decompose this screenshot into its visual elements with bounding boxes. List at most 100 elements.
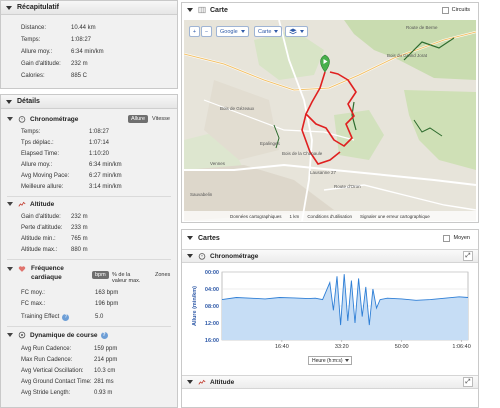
summary-panel: Récapitulatif Distance: 10.44 km Temps: 1:…	[0, 0, 178, 89]
divider	[7, 196, 171, 197]
chevron-down-icon	[345, 359, 349, 362]
expand-icon[interactable]: ⤢	[463, 377, 473, 387]
dynamics-row: Avg Stride Length: 0.93 m	[21, 390, 113, 396]
altitude-chart-header[interactable]: Altitude ⤢	[182, 375, 478, 389]
chrono-row: Tps déplac.: 1:07:14	[21, 140, 110, 146]
altitude-row: Perte d'altitude: 233 m	[21, 225, 88, 231]
y-tick-label: 00:00	[205, 270, 219, 276]
map-canvas[interactable]: + − Google Carte Bois du Grand Jorat Boi…	[184, 20, 476, 221]
collapse-icon[interactable]	[187, 380, 193, 384]
collapse-icon[interactable]	[187, 254, 193, 258]
map-data-link[interactable]: Données cartographiques	[230, 214, 282, 219]
map-label: Vennes	[210, 161, 226, 166]
map-label: Bois de la Chanaule	[282, 151, 323, 156]
collapse-icon[interactable]	[187, 236, 193, 240]
collapse-icon[interactable]	[7, 267, 13, 271]
stopwatch-icon	[198, 253, 206, 260]
layers-icon	[289, 28, 297, 35]
map-tiles[interactable]	[184, 20, 476, 221]
summary-row: Allure moy.: 6:34 min/km	[21, 49, 104, 55]
map-type-dropdown[interactable]: Carte	[254, 26, 283, 37]
charts-panel: Cartes Moyen Chronométrage ⤢ 00:00 04:00 0…	[181, 229, 479, 408]
layers-dropdown[interactable]	[285, 26, 308, 37]
dynamics-section-header[interactable]: Dynamique de course ?	[7, 331, 108, 339]
chrono-title: Chronométrage	[30, 115, 79, 123]
checkbox-icon[interactable]	[441, 6, 449, 14]
summary-header[interactable]: Récapitulatif	[1, 1, 177, 15]
chrono-row: Meilleure allure: 3:14 min/km	[21, 184, 122, 190]
altitude-row: Altitude max.: 880 m	[21, 247, 88, 253]
charts-header[interactable]: Cartes Moyen	[182, 230, 478, 246]
provider-dropdown[interactable]: Google	[216, 26, 249, 37]
map-terms-link[interactable]: Conditions d'utilisation	[307, 214, 352, 219]
y-tick-label: 16:00	[205, 338, 219, 344]
details-title: Détails	[17, 98, 40, 105]
pace-toggle[interactable]: Allure	[128, 115, 149, 123]
zoom-out-button[interactable]: −	[201, 26, 212, 37]
map-label: Epalinges	[260, 141, 280, 146]
x-tick-label: 33:20	[335, 344, 349, 350]
summary-title: Récapitulatif	[17, 4, 60, 11]
heart-title: Fréquence cardiaque	[31, 265, 64, 281]
chevron-down-icon	[274, 30, 279, 33]
map-title: Carte	[210, 6, 228, 14]
speed-toggle[interactable]: Vitesse	[149, 115, 173, 123]
x-tick-label: 1:06:40	[452, 344, 470, 350]
collapse-icon[interactable]	[7, 117, 13, 121]
summary-row: Temps: 1:08:27	[21, 37, 92, 43]
map-report-link[interactable]: Signaler une erreur cartographique	[360, 214, 430, 219]
moyen-checkbox[interactable]: Moyen	[443, 234, 470, 242]
altitude-section-header[interactable]: Altitude	[7, 200, 54, 208]
collapse-icon[interactable]	[7, 333, 13, 337]
stopwatch-icon	[18, 116, 26, 123]
help-icon[interactable]: ?	[62, 314, 70, 321]
circuits-checkbox[interactable]: Circuits	[441, 6, 470, 14]
chrono-row: Avg Moving Pace: 6:27 min/km	[21, 173, 122, 179]
map-scale: 1 km	[289, 213, 300, 219]
heart-row: FC max.: 196 bpm	[21, 301, 119, 307]
chrono-section-header[interactable]: Chronométrage	[7, 115, 78, 123]
dynamics-row: Max Run Cadence: 214 ppm	[21, 357, 118, 363]
heart-row: FC moy.: 163 bpm	[21, 290, 119, 296]
x-tick-label: 50:00	[395, 344, 409, 350]
zones-toggle[interactable]: Zones	[152, 271, 173, 279]
running-dynamics-icon	[18, 331, 26, 339]
altitude-row: Altitude min.: 765 m	[21, 236, 88, 242]
altitude-title: Altitude	[30, 200, 55, 208]
percent-max-toggle[interactable]: % de la valeur max.	[109, 271, 149, 285]
expand-icon[interactable]: ⤢	[463, 251, 473, 261]
map-label: Bois de Gézeaux	[220, 106, 255, 111]
zoom-in-button[interactable]: +	[189, 26, 200, 37]
dynamics-row: Avg Ground Contact Time: 281 ms	[21, 379, 114, 385]
map-footer: Données cartographiques 1 km Conditions …	[184, 211, 476, 221]
map-label: Bois du Grand Jorat	[387, 53, 428, 58]
map-header[interactable]: Carte Circuits	[182, 3, 478, 17]
details-header[interactable]: Détails	[1, 95, 177, 109]
divider	[7, 326, 171, 327]
dynamics-row: Avg Run Cadence: 159 ppm	[21, 346, 118, 352]
collapse-icon[interactable]	[6, 99, 12, 104]
x-tick-label: 16:40	[275, 344, 289, 350]
heart-row: Training Effect? 5.0	[21, 314, 104, 321]
map-label: Sauvabelin	[190, 192, 213, 197]
details-panel: Détails Chronométrage Allure Vitesse Tem…	[0, 94, 178, 408]
x-axis-select[interactable]: Heure (h:m:s)	[308, 356, 352, 365]
checkbox-icon[interactable]	[443, 234, 451, 242]
collapse-icon[interactable]	[187, 8, 193, 12]
heart-section-header[interactable]	[7, 265, 30, 273]
pace-chart[interactable]: 00:00 04:00 08:00 12:00 16:00 16:40 33:20 50:00…	[182, 266, 478, 366]
help-icon[interactable]: ?	[100, 331, 108, 339]
heart-icon	[18, 266, 26, 272]
map-label: Route d'Oron	[334, 184, 361, 189]
dynamics-title: Dynamique de course	[30, 331, 98, 339]
y-tick-label: 08:00	[205, 304, 219, 310]
chevron-down-icon	[300, 30, 304, 33]
divider	[7, 259, 171, 260]
chrono-row: Temps: 1:08:27	[21, 129, 110, 135]
collapse-icon[interactable]	[6, 5, 12, 10]
bpm-toggle[interactable]: bpm	[92, 271, 109, 279]
altitude-row: Gain d'altitude: 232 m	[21, 214, 88, 220]
chrono-chart-header[interactable]: Chronométrage ⤢	[182, 249, 478, 263]
collapse-icon[interactable]	[7, 202, 13, 206]
summary-row: Calories: 885 C	[21, 73, 88, 79]
